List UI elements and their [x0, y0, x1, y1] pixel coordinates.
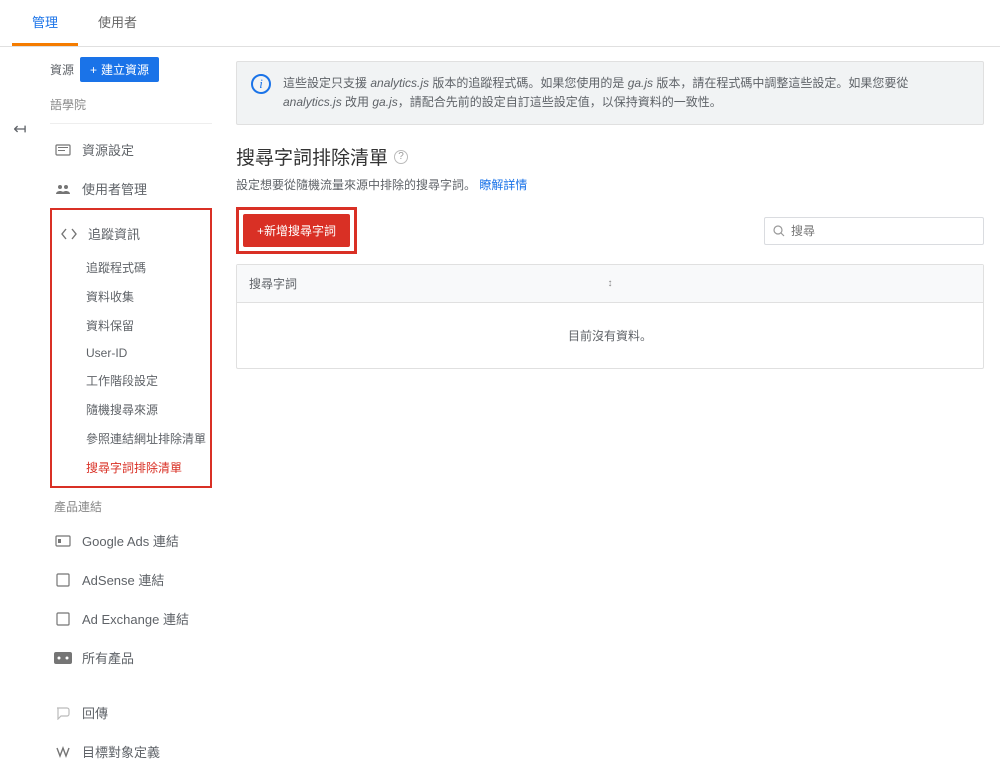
subnav-data-collection[interactable]: 資料收集: [86, 282, 206, 311]
subnav-session-settings[interactable]: 工作階段設定: [86, 366, 206, 395]
adsense-icon: [54, 571, 72, 589]
data-table: 搜尋字詞 ↕ 目前沒有資料。: [236, 264, 984, 369]
product-link-section-label: 產品連結: [50, 488, 212, 521]
nav-user-management[interactable]: 使用者管理: [50, 169, 212, 208]
nav-google-ads-link[interactable]: Google Ads 連結: [50, 521, 212, 560]
tab-admin[interactable]: 管理: [12, 0, 78, 46]
table-header[interactable]: 搜尋字詞 ↕: [237, 265, 983, 303]
page-title: 搜尋字詞排除清單: [236, 143, 388, 170]
tracking-info-highlight: 追蹤資訊 追蹤程式碼 資料收集 資料保留 User-ID 工作階段設定 隨機搜尋…: [50, 208, 212, 488]
nav-tracking-info[interactable]: 追蹤資訊: [56, 214, 206, 253]
subnav-user-id[interactable]: User-ID: [86, 340, 206, 366]
institute-label: 語學院: [50, 90, 212, 124]
settings-box-icon: [54, 141, 72, 159]
main-content: i 這些設定只支援 analytics.js 版本的追蹤程式碼。如果您使用的是 …: [220, 47, 1000, 566]
nav-audience-definition[interactable]: 目標對象定義: [50, 732, 212, 771]
create-btn-label: 建立資源: [101, 61, 149, 78]
nav-label: 所有產品: [82, 648, 134, 667]
nav-ad-exchange-link[interactable]: Ad Exchange 連結: [50, 599, 212, 638]
add-search-term-button[interactable]: +新增搜尋字詞: [243, 214, 350, 247]
create-property-button[interactable]: + 建立資源: [80, 57, 159, 82]
nav-label: Ad Exchange 連結: [82, 609, 189, 628]
nav-label: 追蹤資訊: [88, 224, 140, 243]
search-box[interactable]: [764, 217, 984, 245]
search-icon: [773, 225, 785, 237]
nav-label: 目標對象定義: [82, 742, 160, 761]
info-text: 這些設定只支援 analytics.js 版本的追蹤程式碼。如果您使用的是 ga…: [283, 74, 969, 112]
add-button-highlight: +新增搜尋字詞: [236, 207, 357, 254]
learn-more-link[interactable]: 瞭解詳情: [479, 178, 527, 192]
subnav-organic-sources[interactable]: 隨機搜尋來源: [86, 395, 206, 424]
subnav-tracking-code[interactable]: 追蹤程式碼: [86, 253, 206, 282]
nav-label: 資源設定: [82, 140, 134, 159]
info-banner: i 這些設定只支援 analytics.js 版本的追蹤程式碼。如果您使用的是 …: [236, 61, 984, 125]
nav-label: 回傳: [82, 703, 108, 722]
tab-users[interactable]: 使用者: [78, 0, 157, 46]
subnav-referral-exclusion[interactable]: 參照連結網址排除清單: [86, 424, 206, 453]
table-empty-message: 目前沒有資料。: [237, 303, 983, 368]
property-label: 資源: [50, 61, 74, 78]
info-icon: i: [251, 74, 271, 94]
nav-postback[interactable]: 回傳: [50, 693, 212, 732]
nav-label: Google Ads 連結: [82, 531, 179, 550]
back-arrow-icon[interactable]: ↤: [13, 119, 26, 139]
nav-label: 使用者管理: [82, 179, 147, 198]
all-products-icon: [54, 649, 72, 667]
nav-adsense-link[interactable]: AdSense 連結: [50, 560, 212, 599]
subnav-search-term-exclusion[interactable]: 搜尋字詞排除清單: [86, 453, 206, 482]
top-tabs: 管理 使用者: [0, 0, 1000, 47]
sidebar: 資源 + 建立資源 語學院 資源設定 使用者管理: [40, 47, 220, 566]
page-description: 設定想要從隨機流量來源中排除的搜尋字詞。 瞭解詳情: [236, 176, 984, 193]
column-header-term: 搜尋字詞: [249, 275, 297, 292]
postback-icon: [54, 704, 72, 722]
nav-all-products[interactable]: 所有產品: [50, 638, 212, 677]
users-icon: [54, 180, 72, 198]
sort-indicator-icon: ↕: [608, 278, 613, 289]
search-input[interactable]: [791, 224, 975, 238]
ad-exchange-icon: [54, 610, 72, 628]
plus-icon: +: [90, 63, 97, 77]
help-icon[interactable]: ?: [394, 150, 408, 164]
nav-property-settings[interactable]: 資源設定: [50, 130, 212, 169]
audience-icon: [54, 743, 72, 761]
code-icon: [60, 225, 78, 243]
google-ads-icon: [54, 532, 72, 550]
nav-label: AdSense 連結: [82, 570, 164, 589]
subnav-data-retention[interactable]: 資料保留: [86, 311, 206, 340]
